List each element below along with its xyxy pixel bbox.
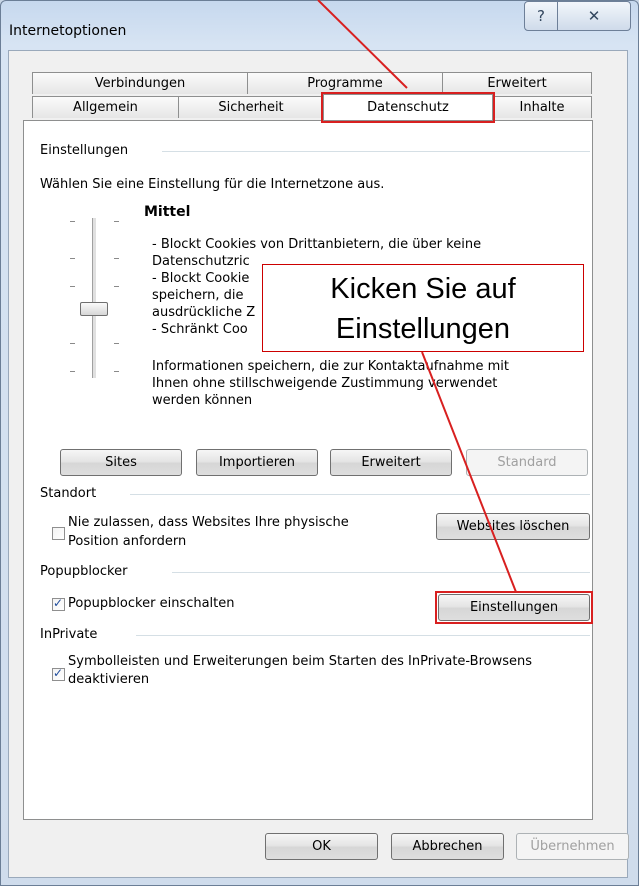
inprivate-checkbox-label: Symbolleisten und Erweiterungen beim Sta… [68, 654, 533, 669]
clear-websites-button[interactable]: Websites löschen [436, 513, 590, 540]
inprivate-checkbox[interactable] [52, 666, 65, 681]
title-bar: Internetoptionen ? ✕ [1, 1, 638, 51]
inprivate-checkbox-label: deaktivieren [68, 672, 150, 687]
inprivate-heading: InPrivate [40, 627, 98, 642]
callout-line: Einstellungen [335, 313, 511, 345]
location-checkbox[interactable] [52, 527, 65, 540]
slider-tick [70, 343, 75, 344]
settings-instruction: Wählen Sie eine Einstellung für die Inte… [40, 177, 385, 192]
slider-tick [114, 343, 119, 344]
privacy-description-line: - Blockt Cookie [152, 271, 250, 286]
close-button[interactable]: ✕ [557, 1, 631, 31]
location-heading: Standort [40, 486, 97, 501]
privacy-description-line: - Schränkt Coo [152, 322, 248, 337]
settings-divider [162, 151, 590, 152]
slider-tick [114, 286, 119, 287]
privacy-slider-track[interactable] [92, 218, 97, 378]
slider-tick [114, 221, 119, 222]
popup-checkbox-label: Popupblocker einschalten [68, 596, 235, 611]
tab-datenschutz[interactable]: Datenschutz [323, 94, 493, 120]
tab-erweitert[interactable]: Erweitert [442, 72, 592, 94]
callout-line: Kicken Sie auf [330, 273, 516, 305]
privacy-description-line: speichern, die [152, 288, 244, 303]
popup-divider [172, 572, 590, 573]
settings-heading: Einstellungen [40, 143, 129, 158]
privacy-description-line: Informationen speichern, die zur Kontakt… [152, 359, 509, 374]
slider-tick [114, 371, 119, 372]
privacy-description-line: werden können [152, 393, 253, 408]
default-button: Standard [466, 449, 588, 476]
slider-tick [70, 371, 75, 372]
close-icon: ✕ [587, 7, 601, 25]
location-checkbox-label: Position anfordern [68, 534, 187, 549]
advanced-button[interactable]: Erweitert [330, 449, 452, 476]
privacy-level-title: Mittel [144, 204, 191, 220]
tab-allgemein[interactable]: Allgemein [32, 96, 179, 118]
popup-heading: Popupblocker [40, 564, 128, 579]
popup-settings-highlight [435, 591, 593, 624]
tab-inhalte[interactable]: Inhalte [492, 96, 592, 118]
slider-tick [70, 221, 75, 222]
instruction-callout: Kicken Sie auf Einstellungen [262, 264, 584, 352]
inprivate-divider [136, 635, 590, 636]
privacy-description-line: Ihnen ohne stillschweigende Zustimmung v… [152, 376, 498, 391]
tab-sicherheit[interactable]: Sicherheit [178, 96, 324, 118]
privacy-description-line: Datenschutzric [152, 254, 250, 269]
help-button[interactable]: ? [524, 1, 558, 31]
slider-tick [70, 258, 75, 259]
help-icon: ? [537, 7, 545, 25]
sites-button[interactable]: Sites [60, 449, 182, 476]
slider-tick [114, 258, 119, 259]
tab-verbindungen[interactable]: Verbindungen [32, 72, 248, 94]
privacy-slider-thumb[interactable] [80, 302, 108, 316]
apply-button: Übernehmen [516, 833, 629, 860]
cancel-button[interactable]: Abbrechen [391, 833, 504, 860]
privacy-description-line: - Blockt Cookies von Drittanbietern, die… [152, 237, 482, 252]
location-checkbox-label: Nie zulassen, dass Websites Ihre physisc… [68, 515, 349, 530]
tab-programme[interactable]: Programme [247, 72, 443, 94]
window-title: Internetoptionen [9, 23, 127, 39]
location-divider [130, 494, 590, 495]
privacy-description-line: ausdrückliche Z [152, 305, 256, 320]
slider-tick [70, 286, 75, 287]
ok-button[interactable]: OK [265, 833, 378, 860]
import-button[interactable]: Importieren [196, 449, 318, 476]
popup-checkbox[interactable] [52, 596, 65, 611]
